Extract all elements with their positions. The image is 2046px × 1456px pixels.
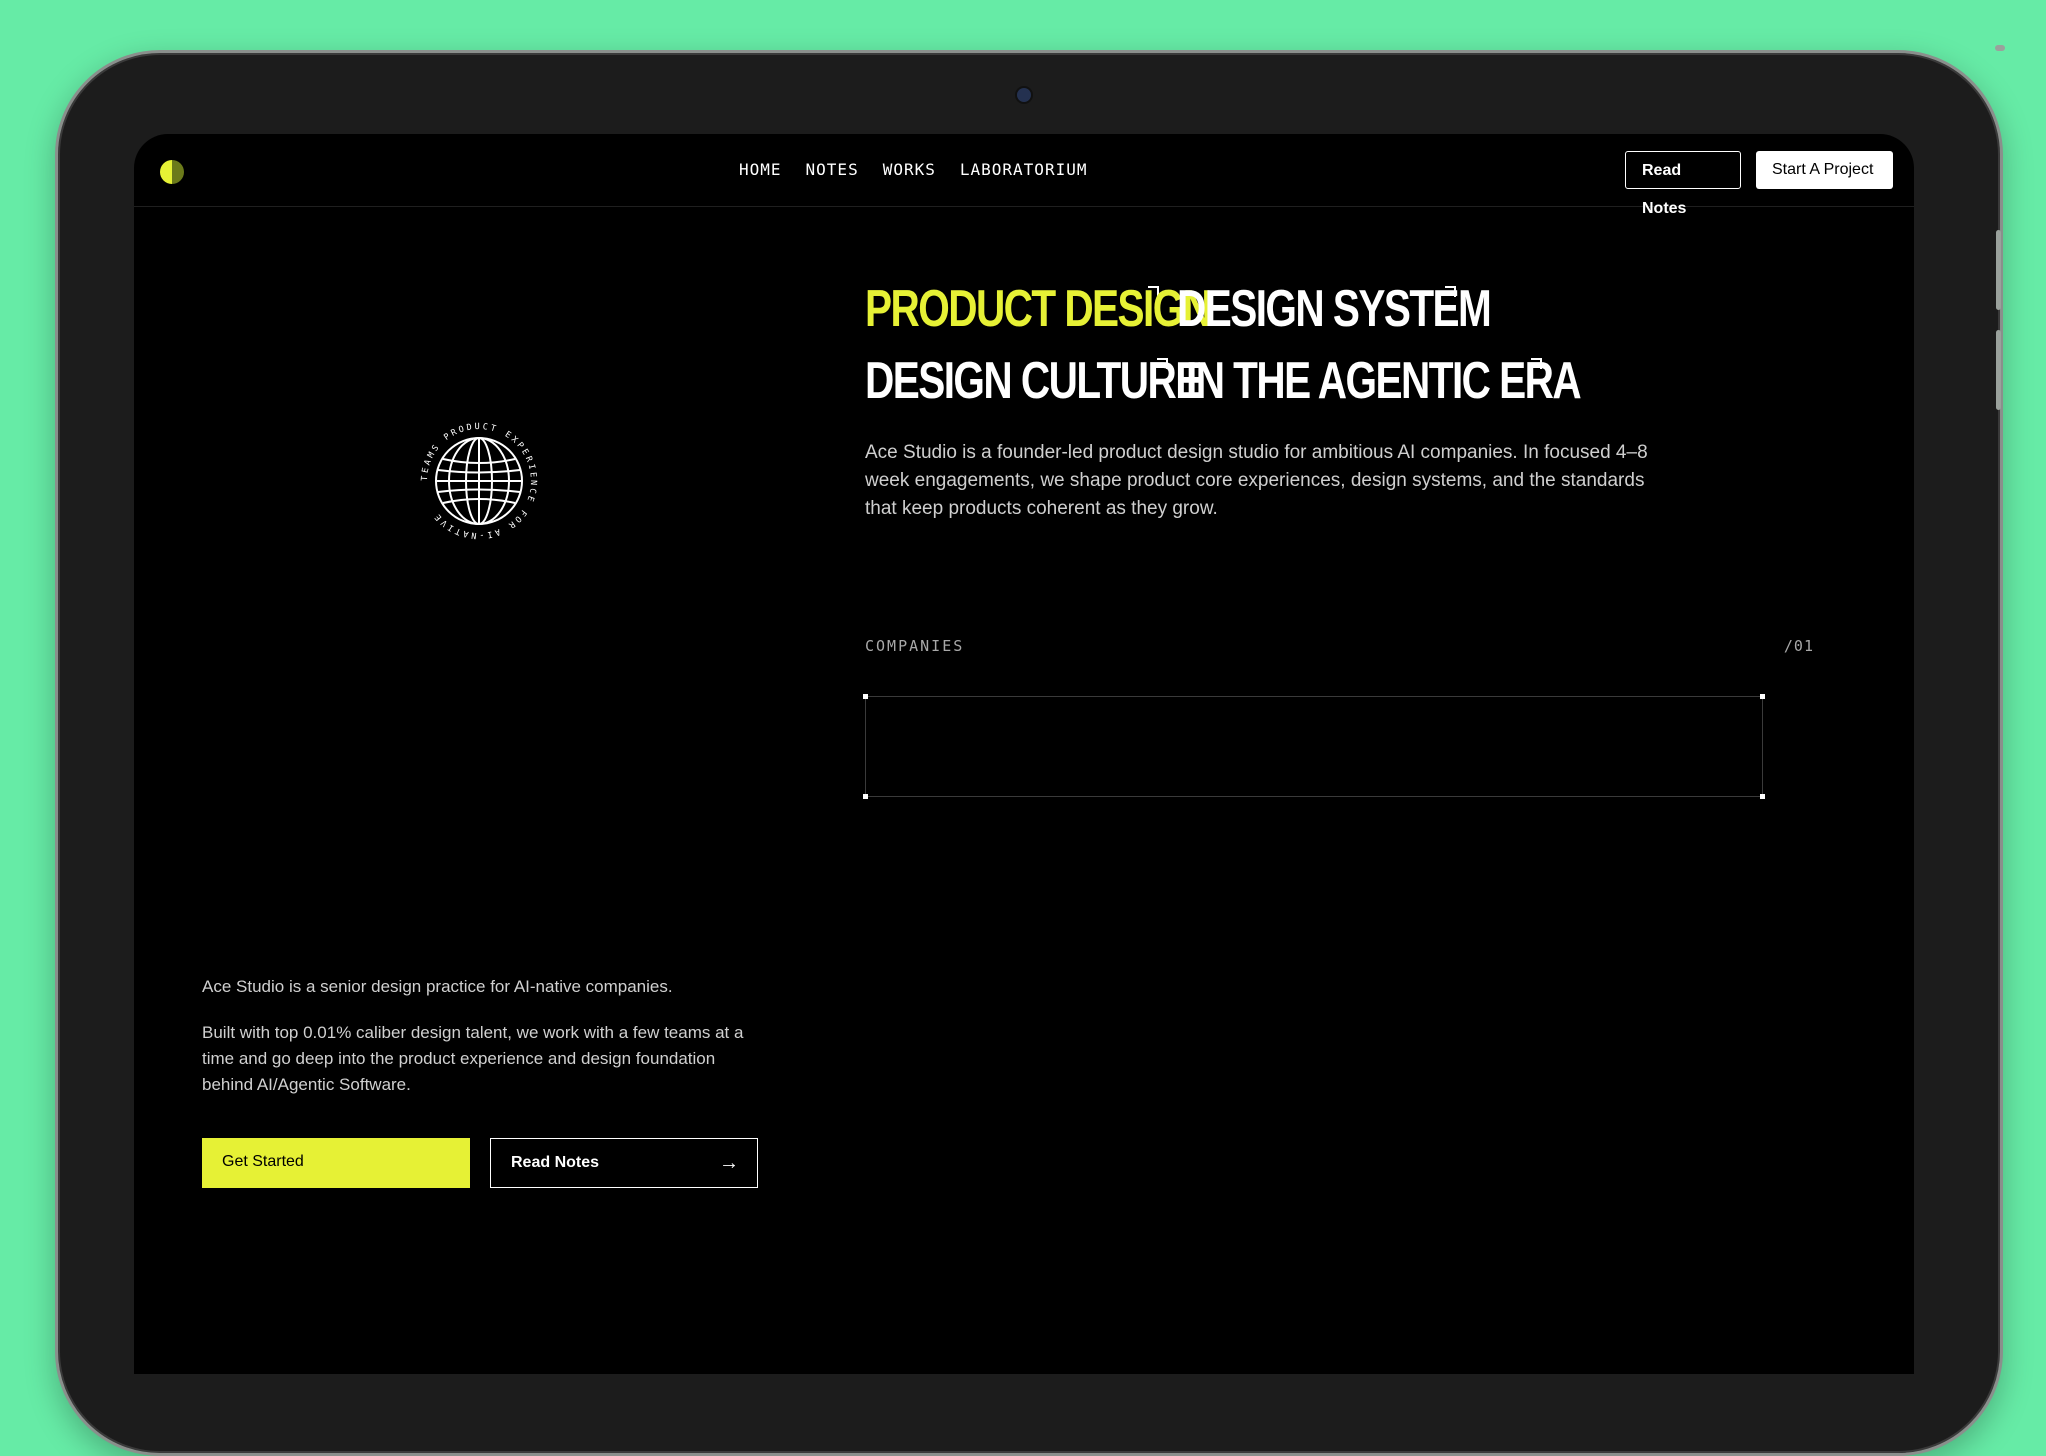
intro-paragraph-2: Built with top 0.01% caliber design tale…	[202, 1023, 744, 1094]
get-started-button[interactable]: Get Started	[202, 1138, 470, 1188]
headline-agentic-era: IN THE AGENTIC ERA	[1186, 352, 1582, 410]
tablet-volume-down	[1996, 330, 2001, 410]
headline-design-system: DESIGN SYSTEM	[1177, 280, 1492, 338]
site-header: HOME NOTES WORKS LABORATORIUM Read Notes…	[134, 134, 1914, 217]
camera-icon	[1017, 88, 1031, 102]
corner-tick	[863, 794, 868, 799]
headline-design-culture: DESIGN CULTURE	[865, 352, 1202, 410]
corner-tick	[863, 694, 868, 699]
nav-works[interactable]: WORKS	[883, 160, 936, 179]
tablet-volume-up	[1996, 230, 2001, 310]
companies-label: COMPANIES	[865, 637, 965, 655]
hero-headline: PRODUCT DESIGN DESIGN SYSTEM DESIGN CULT…	[865, 276, 1582, 420]
read-notes-label: Read Notes	[511, 1154, 600, 1171]
headline-product-design: PRODUCT DESIGN	[865, 280, 1212, 338]
corner-tick	[1760, 794, 1765, 799]
companies-index: /01	[1783, 637, 1814, 655]
nav-laboratorium[interactable]: LABORATORIUM	[960, 160, 1088, 179]
hero-description: Ace Studio is a founder-led product desi…	[865, 442, 1648, 519]
intro-text: Ace Studio is a senior design practice f…	[202, 974, 762, 1118]
browser-screen: HOME NOTES WORKS LABORATORIUM Read Notes…	[134, 134, 1914, 1374]
get-started-label: Get Started	[222, 1153, 304, 1170]
read-notes-cta-button[interactable]: Read Notes →	[490, 1138, 758, 1188]
read-notes-button[interactable]: Read Notes	[1625, 151, 1741, 217]
nav-notes[interactable]: NOTES	[806, 160, 859, 179]
globe-badge-icon: TEAMS PRODUCT EXPERIENCE FOR AI-NATIVE	[420, 422, 536, 540]
companies-logo-strip	[863, 694, 1765, 799]
arrow-right-icon: →	[719, 1152, 739, 1174]
corner-tick	[1760, 694, 1765, 699]
logo-icon[interactable]	[160, 160, 184, 184]
start-project-button[interactable]: Start A Project	[1756, 151, 1893, 189]
main-nav: HOME NOTES WORKS LABORATORIUM	[739, 160, 1087, 179]
tablet-top-button	[1995, 45, 2005, 51]
intro-paragraph-1: Ace Studio is a senior design practice f…	[202, 977, 673, 996]
nav-home[interactable]: HOME	[739, 160, 782, 179]
